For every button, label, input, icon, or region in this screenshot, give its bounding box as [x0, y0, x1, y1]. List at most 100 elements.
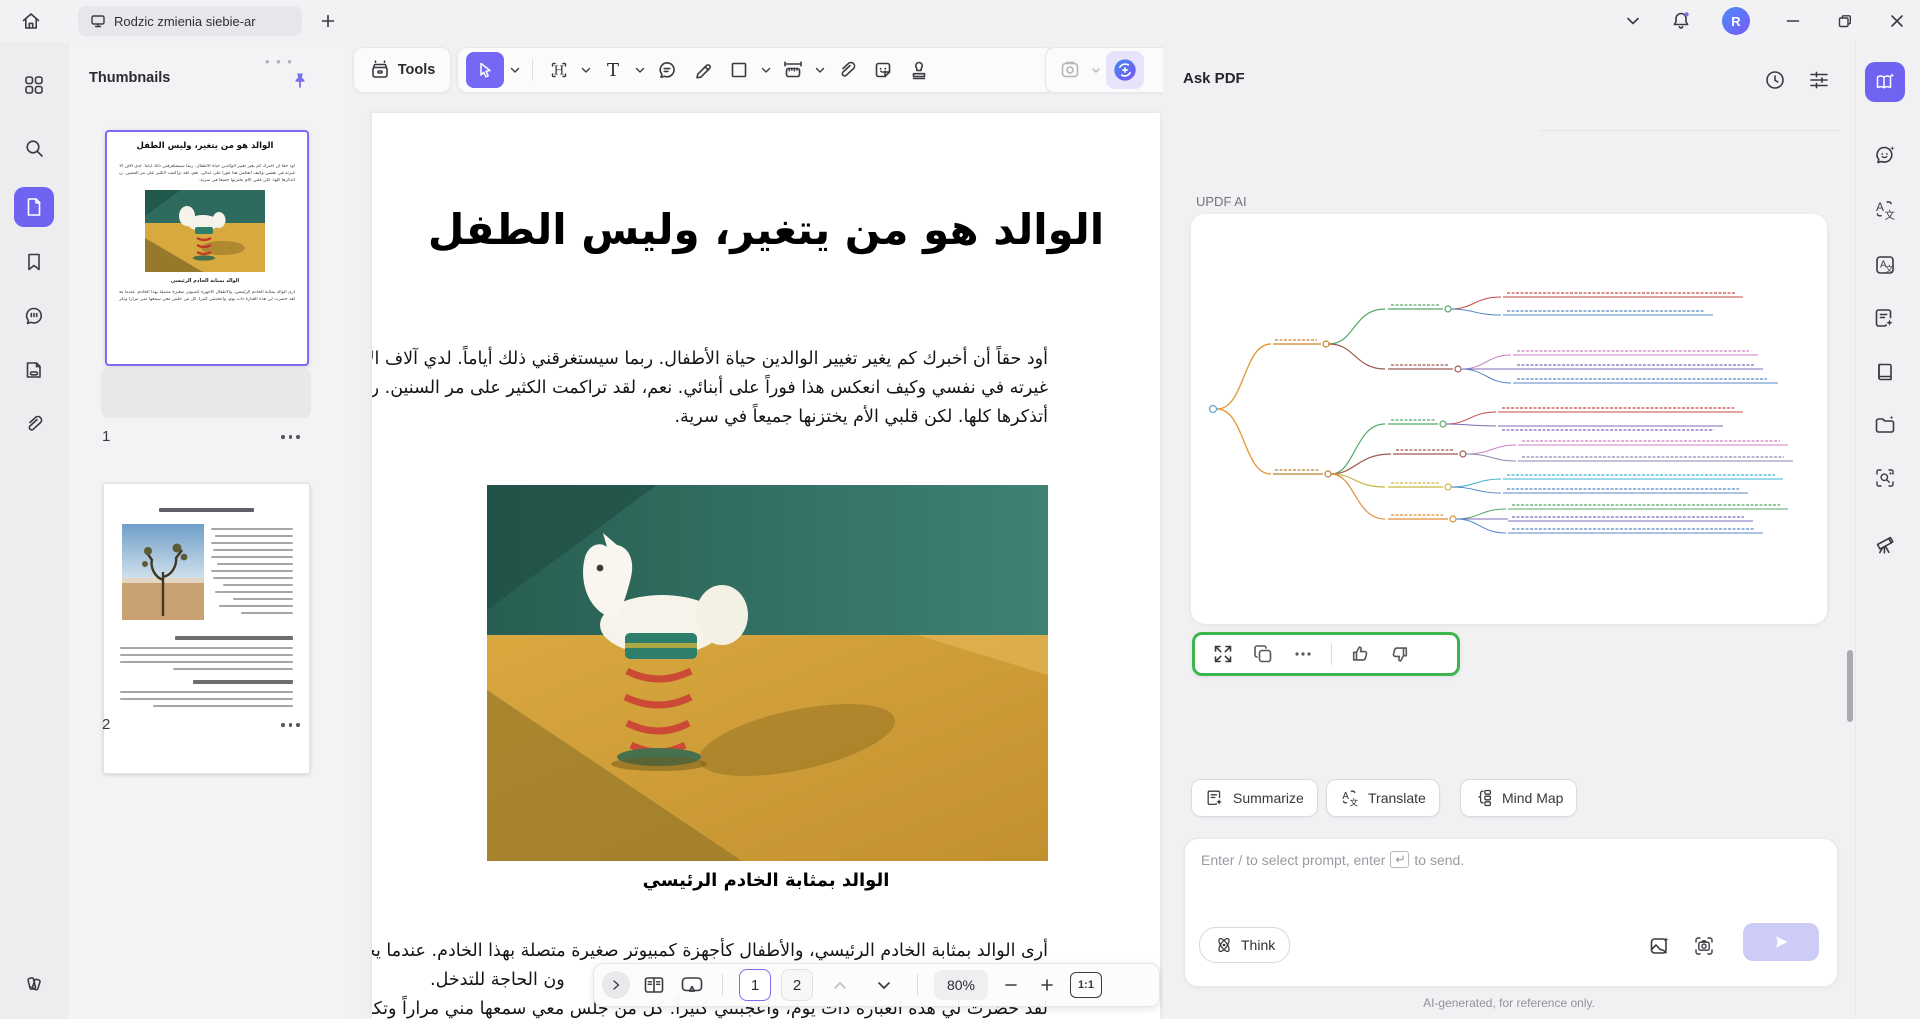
comment-tool-button[interactable]: [651, 52, 683, 88]
select-tool-button[interactable]: [466, 52, 504, 88]
sidebar-item-ai-summarize[interactable]: [1865, 298, 1905, 338]
sidebar-item-translate[interactable]: A 文: [1865, 190, 1905, 230]
snapshot-dropdown[interactable]: [1091, 67, 1101, 74]
page-2-button[interactable]: 2: [781, 969, 813, 1001]
actual-size-button[interactable]: 1:1: [1070, 972, 1102, 998]
folder-sparkle-icon: [1873, 413, 1897, 437]
mini-doc-title: الوالد هو من يتغير، وليس الطفل: [107, 141, 303, 151]
titlebar-collapse-button[interactable]: [1616, 4, 1650, 38]
page-2-menu-button[interactable]: [281, 723, 300, 727]
search-box-sparkle-icon: [1873, 466, 1897, 490]
thumbs-down-icon[interactable]: [1388, 642, 1412, 666]
zoom-in-button[interactable]: [1034, 967, 1060, 1003]
sidebar-item-search[interactable]: [14, 128, 54, 168]
attach-tool-button[interactable]: [831, 52, 863, 88]
sidebar-item-reader[interactable]: [1865, 352, 1905, 392]
close-button[interactable]: [1880, 4, 1914, 38]
tools-button[interactable]: Tools: [353, 47, 451, 93]
history-button[interactable]: [1759, 64, 1791, 96]
think-toggle-button[interactable]: Think: [1199, 927, 1290, 963]
pen-tool-button[interactable]: [687, 52, 719, 88]
apps-grid-icon: [23, 74, 45, 96]
chat-smile-sparkle-icon: [1873, 143, 1897, 167]
measure-tool-dropdown[interactable]: [815, 67, 825, 74]
screenshot-button[interactable]: [1691, 933, 1717, 959]
select-tool-dropdown[interactable]: [510, 67, 520, 74]
shape-tool-button[interactable]: [723, 52, 755, 88]
collapse-toolbar-button[interactable]: [602, 971, 630, 999]
mind-map-label: Mind Map: [1502, 790, 1563, 806]
snapshot-tool-button[interactable]: [1054, 52, 1086, 88]
stamp-tool-button[interactable]: [903, 52, 935, 88]
text-tool-button[interactable]: T: [597, 52, 629, 88]
send-button[interactable]: [1743, 923, 1819, 961]
sidebar-item-apps[interactable]: [14, 65, 54, 105]
updf-ai-button[interactable]: [1106, 51, 1144, 89]
expand-icon[interactable]: [1211, 642, 1235, 666]
pin-panel-button[interactable]: [285, 66, 315, 96]
mini-heading-bar: [159, 508, 254, 512]
sidebar-item-ai-search[interactable]: [1865, 458, 1905, 498]
telescope-icon: [1873, 531, 1897, 555]
presentation-mode-button[interactable]: [678, 967, 706, 1003]
minimize-button[interactable]: [1776, 4, 1810, 38]
new-tab-button[interactable]: [316, 9, 340, 33]
more-icon[interactable]: [1291, 642, 1315, 666]
insert-image-button[interactable]: [1647, 933, 1673, 959]
document-tab[interactable]: Rodzic zmienia siebie-ar: [78, 6, 302, 36]
heading-tool-dropdown[interactable]: [581, 67, 591, 74]
heading-tool-button[interactable]: H: [543, 52, 575, 88]
shape-tool-dropdown[interactable]: [761, 67, 771, 74]
restore-button[interactable]: [1828, 4, 1862, 38]
sidebar-item-page-organize[interactable]: [14, 350, 54, 390]
tab-title: Rodzic zmienia siebie-ar: [114, 14, 256, 29]
previous-page-button[interactable]: [823, 967, 857, 1003]
document-title: الوالد هو من يتغير، وليس الطفل: [372, 205, 1160, 254]
measure-icon: [781, 59, 805, 81]
home-button[interactable]: [16, 6, 46, 36]
notifications-button[interactable]: [1664, 4, 1698, 38]
translate-label: Translate: [1368, 790, 1426, 806]
sidebar-item-explore[interactable]: [1865, 523, 1905, 563]
panel-scrollbar[interactable]: [1847, 650, 1853, 722]
sidebar-item-translate-page[interactable]: A 文: [1865, 245, 1905, 285]
summarize-chip[interactable]: Summarize: [1191, 779, 1318, 817]
page-1-button[interactable]: 1: [739, 969, 771, 1001]
sidebar-item-attachments[interactable]: [14, 404, 54, 444]
copy-icon[interactable]: [1251, 642, 1275, 666]
page-thumbnail-2[interactable]: [103, 483, 310, 774]
pin-icon: [290, 71, 310, 91]
page-1-menu-button[interactable]: [281, 435, 300, 439]
bell-icon: [1669, 9, 1693, 33]
sidebar-item-ai-chat[interactable]: [1865, 135, 1905, 175]
sidebar-item-thumbnails[interactable]: [14, 187, 54, 227]
response-actions-bar: [1192, 632, 1460, 676]
notification-dot: [1685, 12, 1689, 16]
swatches-icon: [23, 972, 45, 994]
ai-disclaimer: AI-generated, for reference only.: [1163, 996, 1855, 1010]
next-page-button[interactable]: [867, 967, 901, 1003]
ai-response-card[interactable]: [1191, 214, 1827, 624]
text-tool-dropdown[interactable]: [635, 67, 645, 74]
zoom-out-button[interactable]: [998, 967, 1024, 1003]
sidebar-item-comments[interactable]: [14, 296, 54, 336]
sidebar-item-ai-folder[interactable]: [1865, 405, 1905, 445]
left-sidebar: [0, 42, 70, 1019]
sidebar-item-swatches[interactable]: [14, 963, 54, 1003]
prompt-input[interactable]: Enter / to select prompt, enter to send.: [1201, 851, 1464, 868]
sticker-tool-button[interactable]: [867, 52, 899, 88]
reading-mode-button[interactable]: [640, 967, 668, 1003]
measure-tool-button[interactable]: [777, 52, 809, 88]
sidebar-item-ai-assistant[interactable]: [1865, 62, 1905, 102]
translate-chip[interactable]: A 文 Translate: [1326, 779, 1440, 817]
avatar[interactable]: R: [1722, 7, 1750, 35]
zoom-level[interactable]: 80%: [934, 970, 988, 1000]
page-2-label: 2: [102, 716, 110, 733]
sidebar-item-bookmarks[interactable]: [14, 242, 54, 282]
comment-bubble-icon: [656, 59, 678, 81]
thumbs-up-icon[interactable]: [1348, 642, 1372, 666]
mind-map-chip[interactable]: Mind Map: [1460, 779, 1577, 817]
page-thumbnail-1[interactable]: الوالد هو من يتغير، وليس الطفل أود حقاً …: [105, 130, 309, 366]
sticker-icon: [872, 59, 894, 81]
settings-button[interactable]: [1803, 64, 1835, 96]
